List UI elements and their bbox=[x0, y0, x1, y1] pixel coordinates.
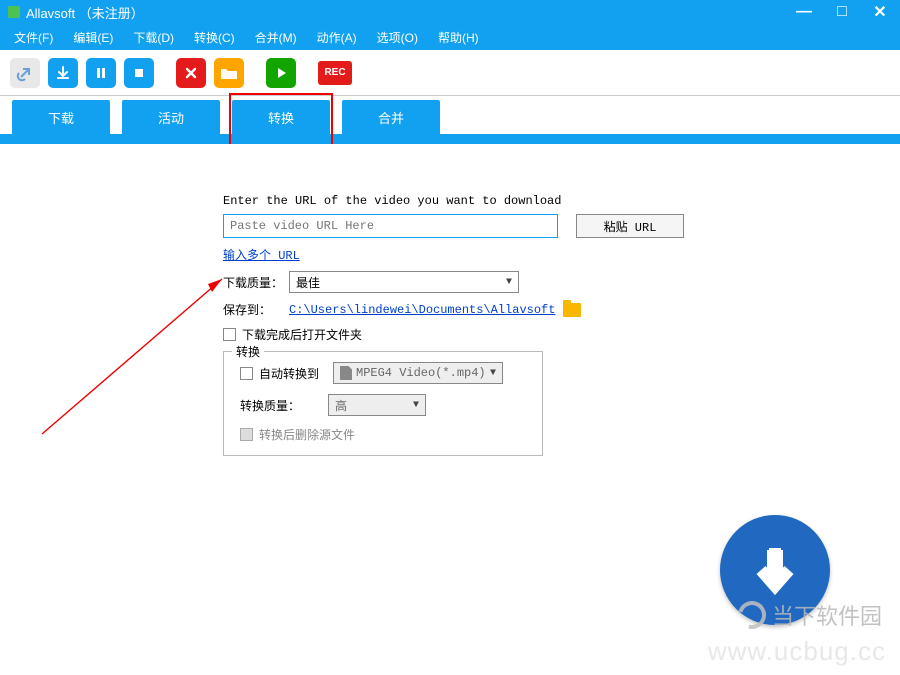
menubar: 文件(F) 编辑(E) 下载(D) 转换(C) 合并(M) 动作(A) 选项(O… bbox=[0, 24, 900, 50]
stop-icon[interactable] bbox=[124, 58, 154, 88]
menu-merge[interactable]: 合并(M) bbox=[247, 26, 305, 49]
format-select[interactable]: MPEG4 Video(*.mp4) ▼ bbox=[333, 362, 503, 384]
app-logo-icon bbox=[8, 6, 20, 18]
convert-quality-value: 高 bbox=[335, 397, 347, 414]
record-button[interactable]: REC bbox=[318, 61, 352, 85]
quality-label: 下载质量： bbox=[223, 274, 289, 291]
titlebar: Allavsoft （未注册） — □ ✕ bbox=[0, 0, 900, 24]
file-icon bbox=[340, 366, 352, 380]
convert-legend: 转换 bbox=[232, 343, 264, 360]
tab-merge[interactable]: 合并 bbox=[342, 100, 440, 134]
convert-groupbox: 转换 自动转换到 MPEG4 Video(*.mp4) ▼ 转换质量： 高 ▼ bbox=[223, 351, 543, 456]
content-area: Enter the URL of the video you want to d… bbox=[0, 144, 900, 675]
open-folder-checkbox[interactable] bbox=[223, 328, 236, 341]
app-window: Allavsoft （未注册） — □ ✕ 文件(F) 编辑(E) 下载(D) … bbox=[0, 0, 900, 675]
window-controls: — □ ✕ bbox=[792, 2, 892, 22]
menu-help[interactable]: 帮助(H) bbox=[430, 26, 487, 49]
paste-url-button[interactable]: 粘贴 URL bbox=[576, 214, 684, 238]
open-folder-label: 下载完成后打开文件夹 bbox=[242, 326, 362, 343]
download-arrow-icon bbox=[745, 540, 805, 600]
minimize-button[interactable]: — bbox=[792, 2, 816, 22]
close-button[interactable]: ✕ bbox=[868, 2, 892, 22]
delete-source-checkbox bbox=[240, 428, 253, 441]
chevron-down-icon: ▼ bbox=[506, 277, 512, 288]
window-title: Allavsoft （未注册） bbox=[26, 3, 792, 22]
auto-convert-checkbox[interactable] bbox=[240, 367, 253, 380]
menu-edit[interactable]: 编辑(E) bbox=[65, 26, 121, 49]
folder-icon[interactable] bbox=[214, 58, 244, 88]
menu-download[interactable]: 下载(D) bbox=[125, 26, 182, 49]
saveto-path[interactable]: C:\Users\lindewei\Documents\Allavsoft bbox=[289, 303, 555, 317]
tab-convert[interactable]: 转换 bbox=[232, 100, 330, 134]
browse-folder-icon[interactable] bbox=[563, 303, 581, 317]
chevron-down-icon: ▼ bbox=[413, 400, 419, 411]
url-prompt: Enter the URL of the video you want to d… bbox=[223, 194, 703, 208]
menu-options[interactable]: 选项(O) bbox=[369, 26, 426, 49]
pause-icon[interactable] bbox=[86, 58, 116, 88]
download-form: Enter the URL of the video you want to d… bbox=[223, 194, 703, 456]
cancel-icon[interactable] bbox=[176, 58, 206, 88]
download-icon[interactable] bbox=[48, 58, 78, 88]
tab-download[interactable]: 下载 bbox=[12, 100, 110, 134]
tabbar: 下载 活动 转换 合并 bbox=[0, 96, 900, 134]
maximize-button[interactable]: □ bbox=[830, 2, 854, 22]
delete-source-label: 转换后删除源文件 bbox=[259, 426, 355, 443]
multi-url-link[interactable]: 输入多个 URL bbox=[223, 246, 300, 263]
arrow-annotation bbox=[32, 274, 252, 444]
url-input[interactable] bbox=[223, 214, 558, 238]
convert-quality-label: 转换质量： bbox=[240, 397, 328, 414]
link-icon[interactable] bbox=[10, 58, 40, 88]
toolbar: REC bbox=[0, 50, 900, 96]
chevron-down-icon: ▼ bbox=[490, 368, 496, 379]
auto-convert-label: 自动转换到 bbox=[259, 365, 333, 382]
menu-action[interactable]: 动作(A) bbox=[309, 26, 365, 49]
download-button[interactable] bbox=[720, 515, 830, 625]
quality-select[interactable]: 最佳 ▼ bbox=[289, 271, 519, 293]
format-value: MPEG4 Video(*.mp4) bbox=[356, 366, 486, 380]
tab-activity[interactable]: 活动 bbox=[122, 100, 220, 134]
convert-quality-select[interactable]: 高 ▼ bbox=[328, 394, 426, 416]
tabstrip bbox=[0, 134, 900, 144]
menu-convert[interactable]: 转换(C) bbox=[186, 26, 243, 49]
play-icon[interactable] bbox=[266, 58, 296, 88]
saveto-label: 保存到： bbox=[223, 301, 289, 318]
menu-file[interactable]: 文件(F) bbox=[6, 26, 61, 49]
quality-value: 最佳 bbox=[296, 274, 320, 291]
